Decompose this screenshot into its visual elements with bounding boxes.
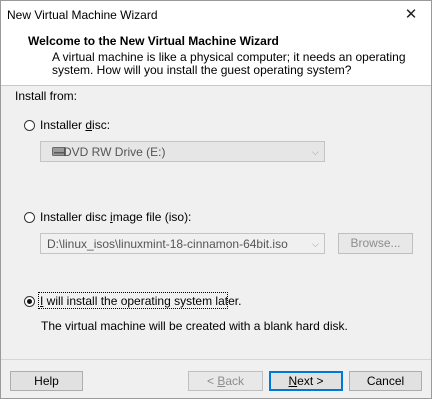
focus-rectangle (38, 292, 228, 309)
access-key: N (288, 374, 298, 388)
help-button[interactable]: Help (10, 371, 83, 391)
back-button[interactable]: < Back (188, 371, 263, 391)
label-part: ack (225, 374, 245, 388)
label-part: ext > (297, 374, 324, 388)
install-later-radio[interactable] (24, 296, 35, 307)
install-later-note: The virtual machine will be created with… (41, 319, 348, 333)
iso-path-combo[interactable]: D:\linux_isos\linuxmint-18-cinnamon-64bi… (40, 233, 325, 254)
installer-disc-radio[interactable] (24, 120, 35, 131)
iso-file-label[interactable]: Installer disc image file (iso): (40, 210, 191, 224)
iso-path-value: D:\linux_isos\linuxmint-18-cinnamon-64bi… (47, 237, 288, 251)
wizard-header: Welcome to the New Virtual Machine Wizar… (1, 29, 431, 86)
iso-file-radio[interactable] (24, 212, 35, 223)
label-part: Installer disc (40, 210, 111, 224)
header-title: Welcome to the New Virtual Machine Wizar… (28, 34, 279, 48)
label-part: < (206, 374, 218, 388)
disc-drive-value: DVD RW Drive (E:) (63, 145, 166, 159)
label-part: mage file (iso): (112, 210, 192, 224)
chevron-down-icon: ⌵ (312, 239, 319, 249)
wizard-window: New Virtual Machine Wizard ✕ Welcome to … (0, 0, 432, 399)
header-description: A virtual machine is like a physical com… (52, 50, 406, 77)
title-bar: New Virtual Machine Wizard ✕ (1, 1, 431, 29)
install-from-label: Install from: (15, 89, 78, 103)
label-part: Installer (40, 118, 86, 132)
chevron-down-icon: ⌵ (312, 147, 319, 157)
label-part: isc: (92, 118, 111, 132)
footer-divider (1, 359, 431, 360)
installer-disc-label[interactable]: Installer disc: (40, 118, 110, 132)
browse-button[interactable]: Browse... (338, 233, 413, 254)
cancel-button[interactable]: Cancel (349, 371, 422, 391)
close-icon[interactable]: ✕ (391, 1, 431, 29)
next-button[interactable]: Next > (269, 371, 343, 391)
disc-drive-select[interactable]: DVD RW Drive (E:) ⌵ (40, 141, 325, 162)
window-title: New Virtual Machine Wizard (7, 8, 158, 22)
